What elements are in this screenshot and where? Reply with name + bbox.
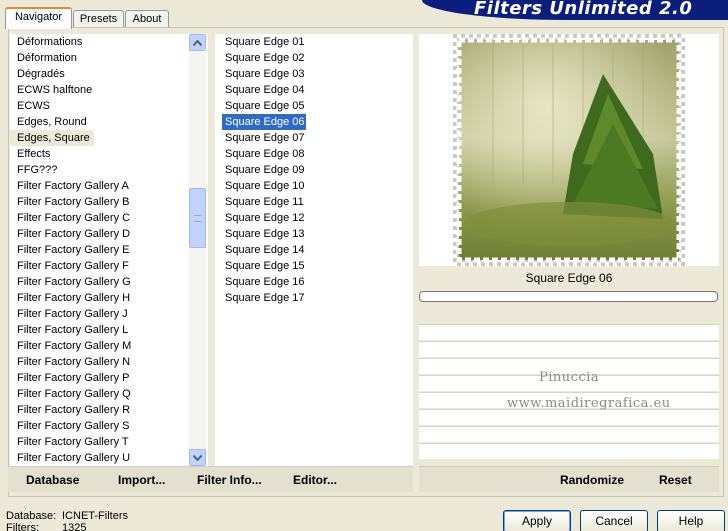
category-item[interactable]: Filter Factory Gallery H [10, 290, 188, 306]
filter-item[interactable]: Square Edge 10 [215, 178, 305, 194]
filter-info-button[interactable]: Filter Info... [197, 473, 262, 487]
progress-bar [419, 291, 718, 302]
filter-item[interactable]: Square Edge 01 [215, 34, 305, 50]
status-filters-value: 1325 [62, 522, 87, 531]
parameter-row [419, 409, 719, 425]
right-toolbar: Randomize Reset [419, 466, 719, 492]
parameter-row [419, 443, 719, 459]
tab-presets[interactable]: Presets [73, 10, 124, 28]
filter-item[interactable]: Square Edge 07 [215, 130, 305, 146]
filter-item[interactable]: Square Edge 13 [215, 226, 305, 242]
category-item[interactable]: Déformations [10, 34, 188, 50]
category-item[interactable]: FFG??? [10, 162, 188, 178]
preview-caption: Square Edge 06 [525, 271, 613, 285]
database-button[interactable]: Database [26, 473, 79, 487]
category-item[interactable]: Filter Factory Gallery J [10, 306, 188, 322]
scroll-up-button[interactable] [189, 34, 206, 51]
category-item[interactable]: Filter Factory Gallery B [10, 194, 188, 210]
category-item[interactable]: Filter Factory Gallery F [10, 258, 188, 274]
status-database-label: Database: [6, 510, 57, 522]
watermark-name: Pinuccia [539, 370, 600, 385]
apply-button[interactable]: Apply [503, 510, 571, 531]
banner-title: Filters Unlimited 2.0 [474, 0, 693, 19]
status-database: Database: ICNET-Filters [6, 510, 128, 522]
category-list[interactable]: Déformations Déformation Dégradés ECWS half… [10, 34, 208, 466]
filter-item[interactable]: Square Edge 16 [215, 274, 305, 290]
reset-button[interactable]: Reset [659, 473, 692, 487]
filter-item[interactable]: Square Edge 03 [215, 66, 305, 82]
chevron-down-icon [193, 454, 202, 461]
category-item[interactable]: Filter Factory Gallery P [10, 370, 188, 386]
category-item[interactable]: Filter Factory Gallery R [10, 402, 188, 418]
category-item[interactable]: Filter Factory Gallery M [10, 338, 188, 354]
scroll-thumb[interactable] [189, 188, 206, 248]
import-button[interactable]: Import... [118, 473, 165, 487]
category-item[interactable]: Filter Factory Gallery G [10, 274, 188, 290]
category-scrollbar[interactable] [189, 34, 206, 466]
filter-list[interactable]: Square Edge 01 Square Edge 02 Square Edge … [215, 34, 413, 466]
help-button[interactable]: Help [657, 510, 725, 531]
category-item[interactable]: Filter Factory Gallery T [10, 434, 188, 450]
category-item[interactable]: Filter Factory Gallery U [10, 450, 188, 466]
filter-item[interactable]: Square Edge 11 [215, 194, 304, 210]
status-filters: Filters: 1325 [6, 522, 86, 531]
tab-about[interactable]: About [125, 10, 169, 28]
filter-item[interactable]: Square Edge 05 [215, 98, 305, 114]
filter-item[interactable]: Square Edge 09 [215, 162, 305, 178]
grip-icon [194, 214, 201, 222]
category-item[interactable]: Filter Factory Gallery N [10, 354, 188, 370]
parameter-row [419, 341, 719, 357]
filter-item[interactable]: Square Edge 08 [215, 146, 305, 162]
randomize-button[interactable]: Randomize [560, 473, 624, 487]
filter-item[interactable]: Square Edge 17 [215, 290, 305, 306]
watermark-url: www.maidiregrafica.eu [507, 396, 671, 411]
category-item[interactable]: ECWS halftone [10, 82, 188, 98]
category-item[interactable]: Filter Factory Gallery E [10, 242, 188, 258]
parameter-row [419, 426, 719, 442]
left-toolbar: Database Import... Filter Info... Editor… [8, 466, 413, 492]
chevron-up-icon [193, 39, 202, 46]
category-item[interactable]: Filter Factory Gallery C [10, 210, 188, 226]
category-item[interactable]: Edges, Round [10, 114, 188, 130]
status-database-value: ICNET-Filters [62, 510, 128, 522]
filter-item[interactable]: Square Edge 06 [222, 114, 306, 130]
scroll-down-button[interactable] [189, 449, 206, 466]
category-item[interactable]: Edges, Square [10, 130, 94, 146]
editor-button[interactable]: Editor... [293, 473, 337, 487]
filter-item[interactable]: Square Edge 12 [215, 210, 305, 226]
category-item[interactable]: Déformation [10, 50, 188, 66]
filter-item[interactable]: Square Edge 02 [215, 50, 305, 66]
filter-item[interactable]: Square Edge 14 [215, 242, 305, 258]
parameter-row [419, 324, 719, 340]
preview-image [453, 34, 685, 266]
category-item[interactable]: Filter Factory Gallery S [10, 418, 188, 434]
parameter-area: Pinuccia www.maidiregrafica.eu [419, 304, 719, 466]
category-item[interactable]: Dégradés [10, 66, 188, 82]
cancel-button[interactable]: Cancel [580, 510, 648, 531]
tab-navigator[interactable]: Navigator [5, 7, 72, 29]
category-item[interactable]: ECWS [10, 98, 188, 114]
category-item[interactable]: Filter Factory Gallery Q [10, 386, 188, 402]
filter-item[interactable]: Square Edge 04 [215, 82, 305, 98]
title-banner: Filters Unlimited 2.0 [422, 0, 728, 20]
preview-panel [419, 34, 719, 266]
category-item[interactable]: Filter Factory Gallery D [10, 226, 188, 242]
category-item[interactable]: Filter Factory Gallery L [10, 322, 188, 338]
status-filters-label: Filters: [6, 522, 39, 531]
category-item[interactable]: Effects [10, 146, 188, 162]
filter-item[interactable]: Square Edge 15 [215, 258, 305, 274]
category-item[interactable]: Filter Factory Gallery A [10, 178, 188, 194]
